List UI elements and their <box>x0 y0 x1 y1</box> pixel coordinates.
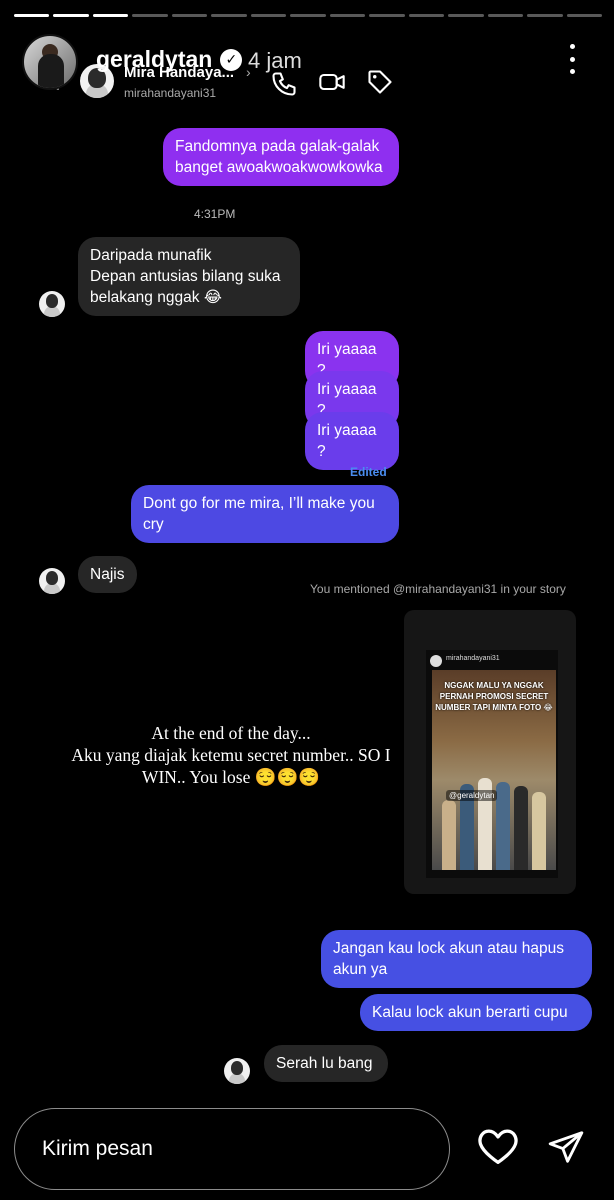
story-progress-bar <box>14 14 603 18</box>
heart-icon[interactable] <box>476 1126 520 1166</box>
verified-badge-icon: ✓ <box>220 48 243 71</box>
story-progress-segment <box>566 14 603 17</box>
chat-contact-handle: mirahandayani31 <box>124 86 217 100</box>
phone-icon <box>272 72 296 96</box>
story-progress-segment <box>527 14 563 17</box>
story-progress-segment <box>369 14 405 17</box>
story-progress-segment <box>250 14 287 17</box>
sent-message[interactable]: Dont go for me mira, I’ll make you cry <box>131 485 399 543</box>
story-progress-segment <box>132 14 168 17</box>
story-overlay-text: At the end of the day... Aku yang diajak… <box>71 723 391 787</box>
story-progress-segment <box>408 14 445 17</box>
shared-story-username: mirahandayani31 <box>446 655 500 662</box>
sent-message[interactable]: Fandomnya pada galak-galak banget awoakw… <box>163 128 399 186</box>
sent-message[interactable]: Kalau lock akun berarti cupu <box>360 994 592 1031</box>
video-camera-icon <box>319 73 345 91</box>
story-progress-segment <box>171 14 208 17</box>
story-username-text[interactable]: geraldytan <box>96 46 212 73</box>
received-message[interactable]: Daripada munafik Depan antusias bilang s… <box>78 237 300 316</box>
story-progress-segment <box>53 14 89 17</box>
contact-avatar <box>224 1058 250 1084</box>
shared-story-tag: @geraldytan <box>446 790 498 801</box>
story-progress-segment <box>487 14 524 17</box>
tag-icon <box>368 70 392 94</box>
story-progress-segment <box>211 14 247 17</box>
story-progress-segment <box>92 14 129 17</box>
story-progress-segment <box>14 14 50 17</box>
shared-story-caption: NGGAK MALU YA NGGAK PERNAH PROMOSI SECRE… <box>435 681 553 712</box>
story-progress-segment <box>329 14 366 17</box>
story-username[interactable]: geraldytan ✓ <box>96 46 243 73</box>
contact-avatar <box>39 291 65 317</box>
chat-timestamp: 4:31PM <box>194 207 236 221</box>
sent-message[interactable]: Iri yaaaa ? <box>305 412 399 470</box>
received-message[interactable]: Najis <box>78 556 137 593</box>
edited-label: Edited <box>350 465 387 479</box>
more-options-icon[interactable] <box>564 44 580 74</box>
received-message[interactable]: Serah lu bang <box>264 1045 388 1082</box>
story-progress-segment <box>290 14 326 17</box>
story-timestamp: 4 jam <box>248 48 302 73</box>
story-avatar[interactable] <box>22 34 78 90</box>
send-icon[interactable] <box>546 1128 586 1166</box>
sent-message[interactable]: Jangan kau lock akun atau hapus akun ya <box>321 930 592 988</box>
story-progress-segment <box>448 14 484 17</box>
send-message-placeholder[interactable]: Kirim pesan <box>42 1137 153 1161</box>
shared-story-avatar <box>430 655 442 667</box>
contact-avatar <box>39 568 65 594</box>
story-mention-note: You mentioned @mirahandayani31 in your s… <box>310 582 566 596</box>
